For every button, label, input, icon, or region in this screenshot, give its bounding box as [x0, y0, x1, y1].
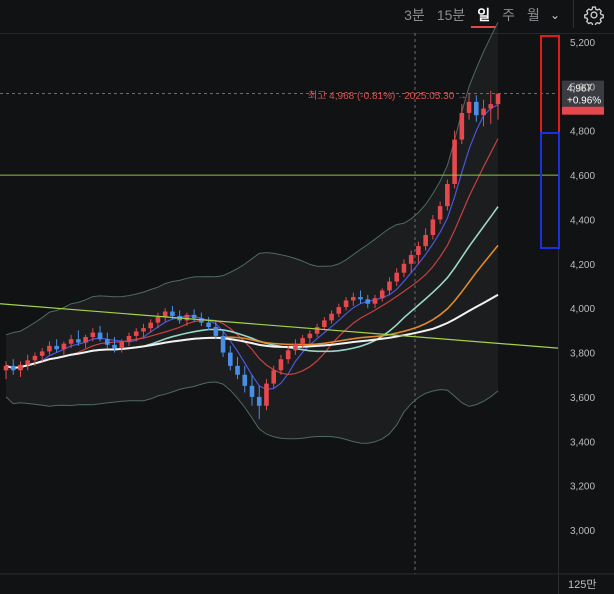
candle-body — [358, 297, 363, 300]
price-tag-change: +0.96% — [567, 96, 601, 107]
high-price-note: 최고 4,968 (-0.81%) · 2025.05.30 → — [308, 90, 467, 102]
y-tick-label: 3,200 — [570, 482, 595, 493]
candle-body — [401, 263, 407, 273]
candle-body — [235, 365, 240, 375]
candle-body — [379, 290, 385, 299]
candle-body — [408, 254, 414, 264]
candle-body — [300, 338, 305, 344]
candle-body — [76, 339, 81, 343]
candle-body — [452, 139, 457, 184]
candle-body — [213, 327, 219, 336]
candle-body — [387, 281, 392, 291]
candle-body — [271, 370, 277, 384]
candle-body — [264, 383, 269, 406]
candle-body — [47, 345, 52, 352]
candle-body — [430, 219, 436, 235]
candle-body — [191, 314, 197, 319]
candle-body — [307, 333, 313, 339]
candle-body — [481, 108, 486, 116]
y-tick-label: 5,200 — [570, 38, 595, 49]
candle-body — [394, 272, 400, 282]
candle-body — [372, 298, 378, 304]
candle-body — [343, 300, 349, 308]
candle-body — [285, 350, 291, 360]
candle-body — [112, 344, 117, 349]
candle-body — [293, 343, 298, 351]
candle-body — [314, 327, 320, 334]
candle-body — [445, 183, 450, 207]
candle-body — [220, 335, 226, 353]
y-tick-label: 3,400 — [570, 437, 595, 448]
y-tick-label: 3,600 — [570, 393, 595, 404]
candle-body — [25, 360, 31, 365]
candle-body — [54, 345, 59, 350]
candle-body — [61, 343, 67, 350]
y-tick-label: 4,000 — [570, 304, 595, 315]
candlestick-chart[interactable]: 4,967+0.96% 3,0003,2003,4003,6003,8004,0… — [0, 0, 614, 594]
candle-body — [495, 93, 501, 105]
candle-body — [148, 322, 154, 329]
candle-body — [170, 311, 175, 316]
candle-body — [126, 335, 132, 342]
candle-body — [119, 341, 125, 349]
candle-body — [141, 328, 146, 332]
candle-body — [350, 297, 356, 301]
volume-axis-label: 125만 — [568, 578, 596, 591]
candle-body — [488, 104, 494, 109]
y-tick-label: 4,200 — [570, 260, 595, 271]
price-tag-accent — [562, 106, 604, 115]
candle-body — [249, 385, 255, 397]
candle-body — [242, 374, 248, 386]
candle-body — [459, 112, 465, 140]
candle-body — [206, 322, 211, 328]
candle-body — [256, 396, 262, 406]
candle-body — [365, 299, 371, 304]
candle-body — [329, 313, 334, 321]
blue-range-box — [540, 132, 560, 249]
candle-body — [90, 332, 96, 338]
candle-body — [83, 337, 88, 343]
candle-body — [68, 339, 74, 344]
candle-body — [473, 101, 479, 116]
candle-body — [336, 307, 342, 314]
candle-body — [423, 234, 428, 247]
candle-body — [39, 351, 45, 356]
candle-body — [155, 317, 161, 323]
candle-body — [32, 355, 38, 361]
candle-body — [416, 246, 421, 255]
y-tick-label: 4,400 — [570, 215, 595, 226]
y-tick-label: 3,000 — [570, 526, 595, 537]
candle-body — [184, 314, 190, 321]
candle-body — [322, 320, 327, 328]
y-tick-label: 4,600 — [570, 171, 595, 182]
candle-body — [437, 206, 443, 220]
candle-body — [104, 339, 110, 345]
red-range-box — [540, 35, 560, 134]
candle-body — [227, 352, 233, 366]
candle-body — [18, 364, 23, 371]
candle-body — [10, 365, 16, 371]
y-tick-label: 3,800 — [570, 349, 595, 360]
candle-body — [133, 331, 139, 336]
candle-body — [3, 365, 9, 371]
y-tick-label: 4,800 — [570, 127, 595, 138]
candle-body — [278, 359, 284, 371]
candle-body — [466, 101, 472, 113]
y-tick-label: 5,000 — [570, 82, 595, 93]
candle-body — [97, 332, 103, 340]
